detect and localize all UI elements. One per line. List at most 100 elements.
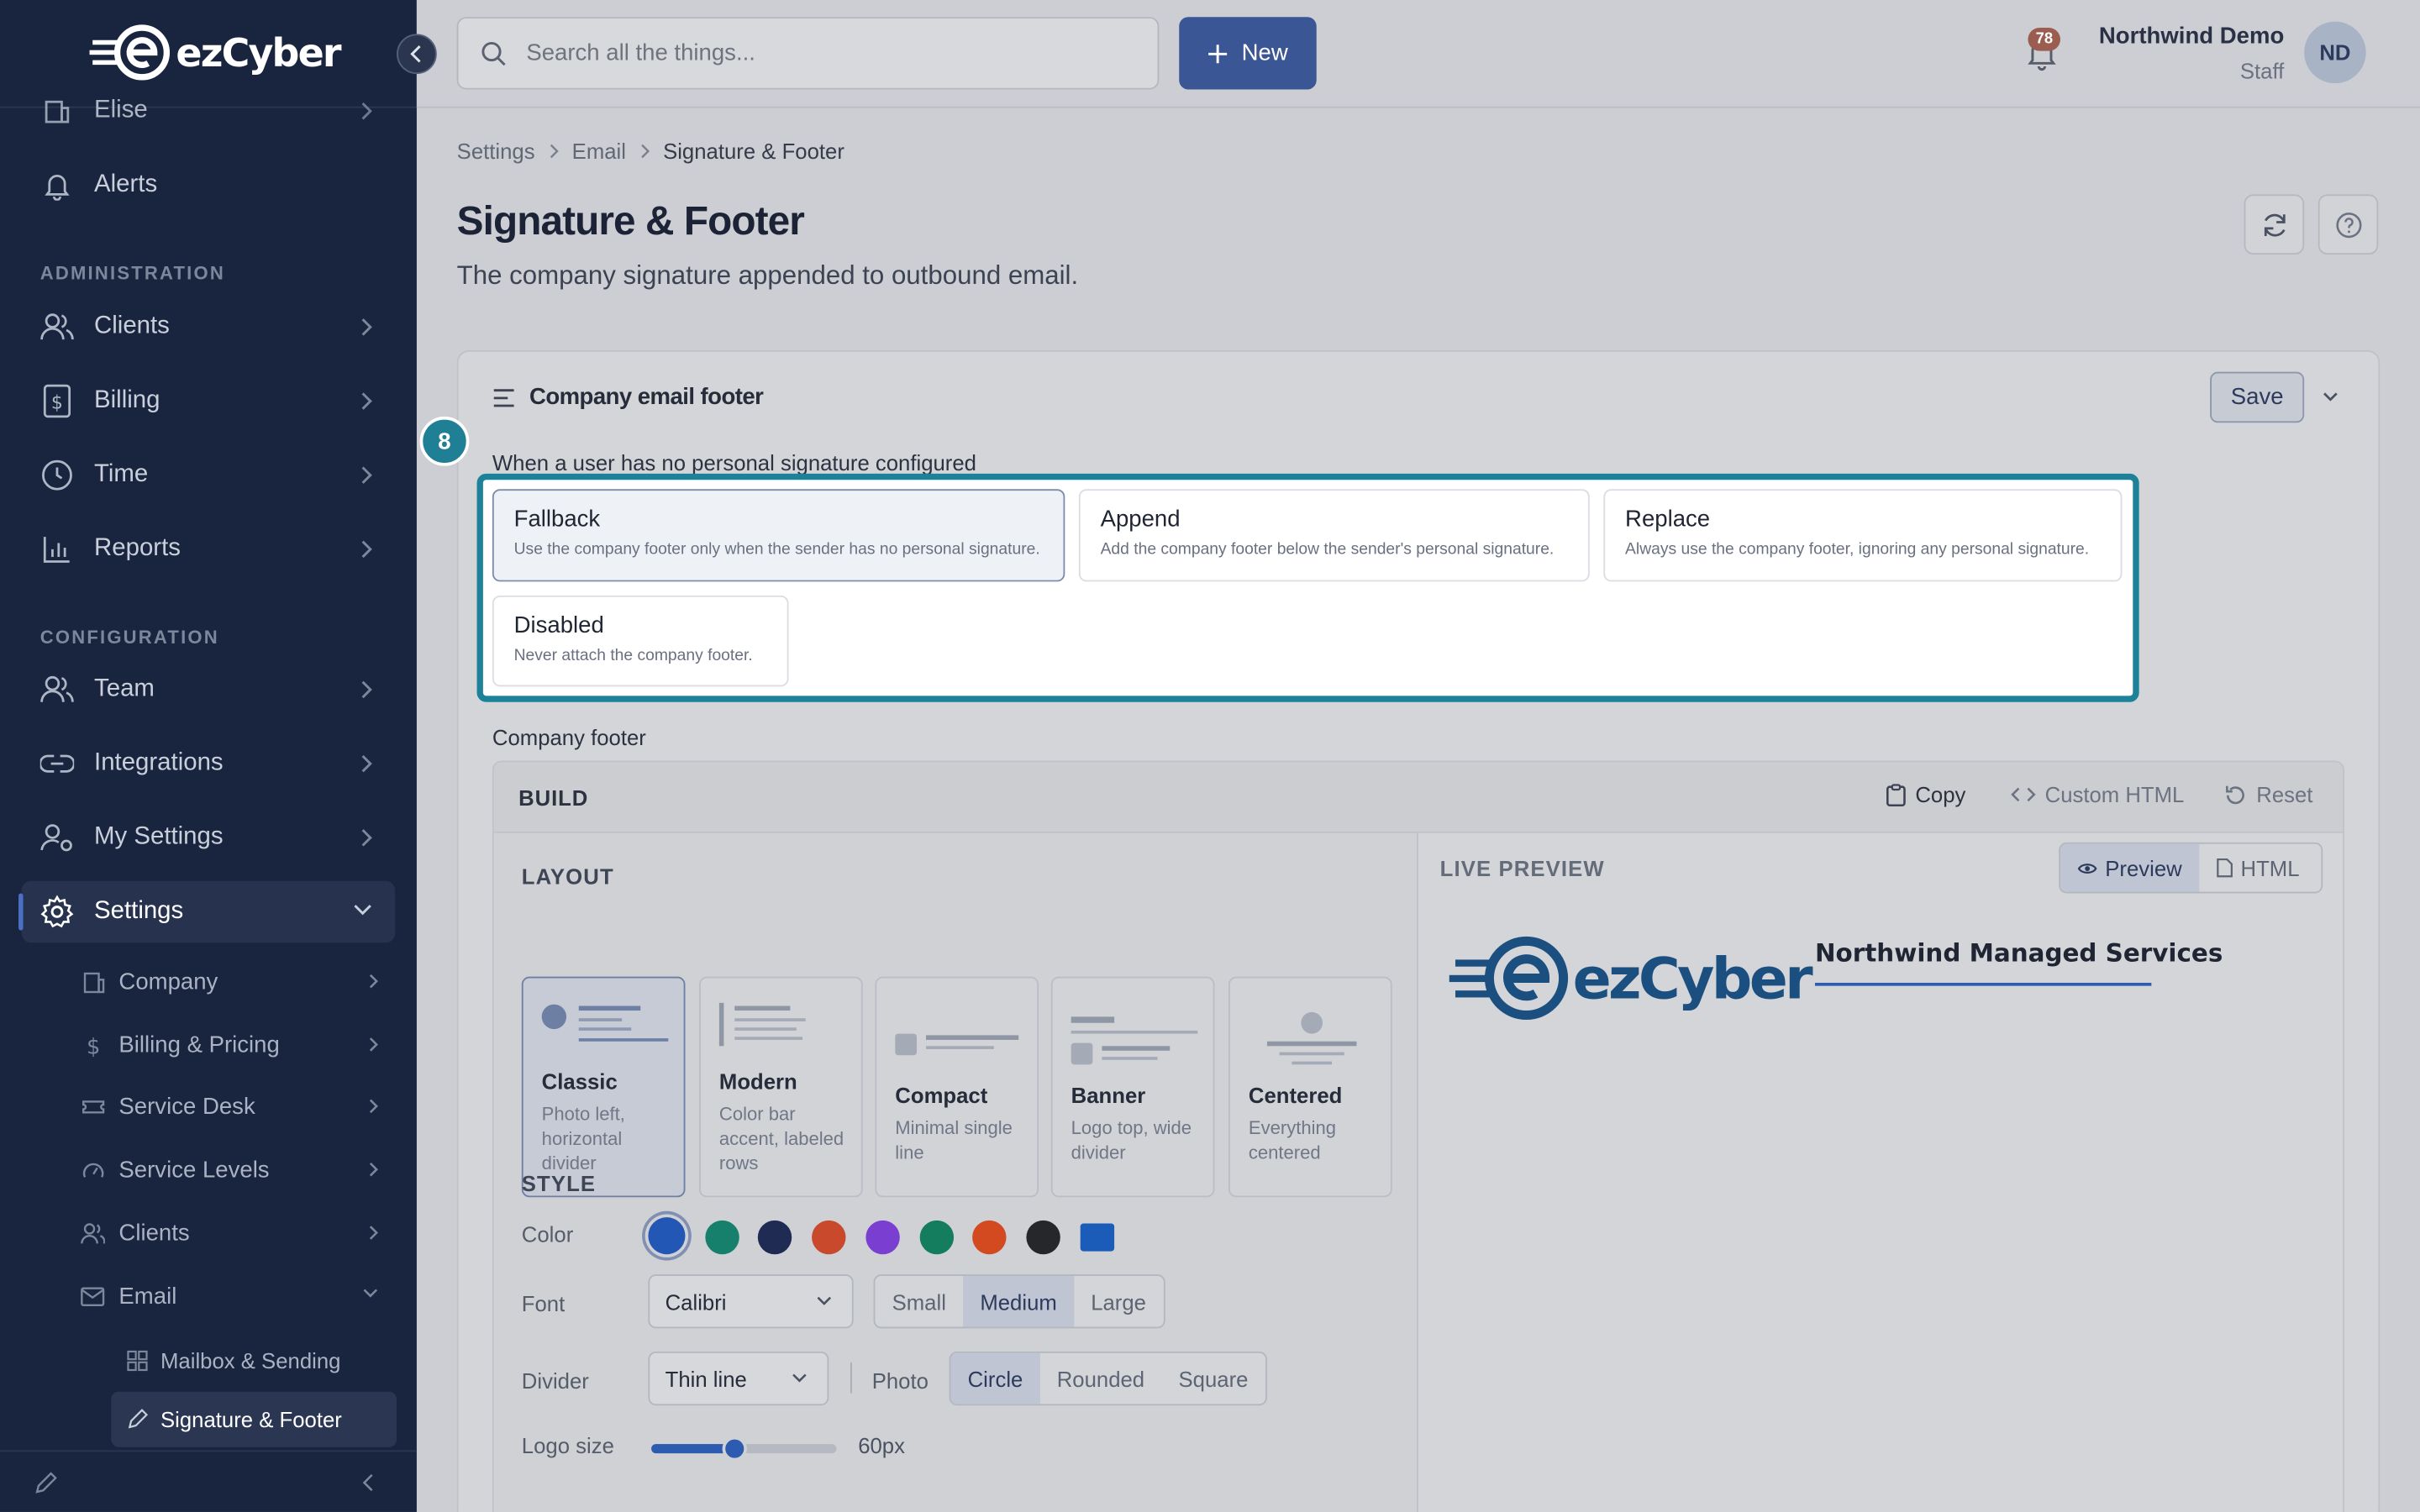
layout-compact-thumbnail [895,1033,1019,1056]
color-swatch[interactable] [704,1220,739,1255]
page-title: Signature & Footer [456,197,805,244]
sidebar-item-my-settings[interactable]: My Settings [22,807,395,869]
sidebar-item-integrations[interactable]: Integrations [22,732,395,794]
step-number-badge: 8 [419,416,470,466]
sidebar-subitem-service-desk[interactable]: Service Desk [59,1080,395,1132]
avatar[interactable]: ND [2304,21,2366,84]
layout-option-banner[interactable]: Banner Logo top, wide divider [1050,976,1215,1198]
preview-logo-text: ezCyber [1572,944,1813,1011]
sidebar-item-elise[interactable]: Elise [22,81,395,142]
refresh-button[interactable] [2244,194,2305,255]
users-icon [81,1221,105,1245]
search-input[interactable] [526,39,1113,66]
sidebar-item-time[interactable]: Time [22,444,395,506]
slider-knob[interactable] [722,1436,747,1462]
divider-select[interactable]: Thin line [648,1351,829,1406]
html-tab[interactable]: HTML [2199,844,2317,892]
breadcrumb: Settings Email Signature & Footer [457,139,844,163]
photo-rounded-option[interactable]: Rounded [1040,1353,1162,1404]
gear-icon [40,895,74,928]
reset-button[interactable]: Reset [2224,782,2312,807]
layout-desc: Logo top, wide divider [1071,1116,1192,1163]
save-button[interactable]: Save [2210,371,2305,423]
layout-option-modern[interactable]: Modern Color bar accent, labeled rows [699,976,863,1198]
font-select[interactable]: Calibri [648,1274,854,1329]
preview-tab[interactable]: Preview [2060,843,2199,892]
chevron-right-icon [361,318,372,336]
sidebar-subitem-mailbox-sending[interactable]: Mailbox & Sending [111,1333,397,1389]
app-logo[interactable]: ezCyber [89,22,342,83]
sidebar-subitem-signature-footer[interactable]: Signature & Footer [111,1391,397,1447]
sidebar-subitem-company[interactable]: Company [59,955,395,1007]
sidebar-item-clients[interactable]: Clients [22,297,395,358]
color-swatch[interactable] [812,1220,846,1255]
size-large-option[interactable]: Large [1074,1276,1163,1327]
new-button[interactable]: New [1179,17,1317,90]
sidebar-subitem-service-levels[interactable]: Service Levels [59,1143,395,1195]
company-footer-label: Company footer [492,725,646,750]
color-swatch[interactable] [758,1220,792,1255]
option-append[interactable]: Append Add the company footer below the … [1078,489,1590,582]
sidebar-item-reports[interactable]: Reports [22,518,395,580]
bar-chart-icon [40,533,74,566]
color-swatch[interactable] [972,1220,1007,1255]
layout-option-classic[interactable]: Classic Photo left, horizontal divider [521,976,686,1198]
reset-icon [2226,785,2244,804]
color-swatch[interactable] [648,1217,686,1255]
new-button-label: New [1241,39,1288,66]
option-replace[interactable]: Replace Always use the company footer, i… [1603,489,2123,582]
eye-icon [2077,863,2097,874]
edit-icon[interactable] [34,1470,58,1494]
breadcrumb-link-settings[interactable]: Settings [457,139,535,163]
logo-size-value: 60px [858,1433,905,1458]
preview-mode-toggle: Preview HTML [2059,842,2323,894]
font-label: Font [521,1291,566,1316]
app-root: ezCyber Elise Alerts ADMINISTRATION Clie… [0,0,2420,1512]
user-name[interactable]: Northwind Demo [2099,24,2284,50]
svg-text:$: $ [51,393,63,414]
sidebar-item-settings[interactable]: Settings [18,880,396,943]
footer-builder: BUILD Copy Custom HTML Reset LAYOUT Clas… [492,760,2344,1512]
sidebar-subitem-email[interactable]: Email [59,1270,395,1322]
layout-banner-thumbnail [1071,1016,1198,1065]
layout-desc: Minimal single line [895,1116,1013,1163]
divider-select-value: Thin line [665,1366,747,1391]
option-title: Fallback [513,506,601,533]
chevron-down-icon[interactable] [2321,391,2339,403]
sidebar-item-alerts[interactable]: Alerts [22,155,395,216]
layout-name: Centered [1248,1083,1343,1108]
help-button[interactable] [2317,194,2379,255]
builder-header: BUILD Copy Custom HTML Reset [493,762,2344,833]
size-small-option[interactable]: Small [875,1276,963,1327]
color-swatch[interactable] [1079,1223,1114,1252]
global-search[interactable] [456,17,1160,90]
option-disabled[interactable]: Disabled Never attach the company footer… [492,595,789,687]
photo-label: Photo [871,1368,929,1394]
sidebar-item-billing[interactable]: $ Billing [22,370,395,432]
photo-square-option[interactable]: Square [1161,1353,1265,1404]
option-fallback[interactable]: Fallback Use the company footer only whe… [492,489,1065,582]
html-tab-label: HTML [2240,855,2300,880]
layout-option-centered[interactable]: Centered Everything centered [1228,976,1392,1198]
color-swatch[interactable] [918,1220,954,1255]
layout-desc: Color bar accent, labeled rows [718,1103,844,1174]
sidebar-collapse-button[interactable] [397,34,437,75]
layout-name: Compact [895,1083,988,1108]
breadcrumb-link-email[interactable]: Email [572,139,626,163]
file-icon [2216,858,2233,878]
custom-html-button[interactable]: Custom HTML [2011,782,2184,807]
color-swatch[interactable] [1026,1220,1060,1255]
sidebar-subitem-billing-pricing[interactable]: $ Billing & Pricing [59,1018,395,1070]
copy-button[interactable]: Copy [1886,782,1965,807]
color-swatch[interactable] [865,1220,900,1255]
photo-circle-option[interactable]: Circle [950,1352,1040,1404]
logo-size-slider[interactable] [651,1436,837,1462]
sidebar-subitem-clients[interactable]: Clients [59,1206,395,1258]
building-icon [40,94,74,128]
chevron-left-icon [410,45,421,63]
chevron-left-icon[interactable] [361,1473,376,1492]
layout-option-compact[interactable]: Compact Minimal single line [875,976,1039,1198]
sidebar-item-team[interactable]: Team [22,659,395,720]
size-medium-option[interactable]: Medium [963,1275,1074,1327]
mail-icon [81,1284,105,1308]
